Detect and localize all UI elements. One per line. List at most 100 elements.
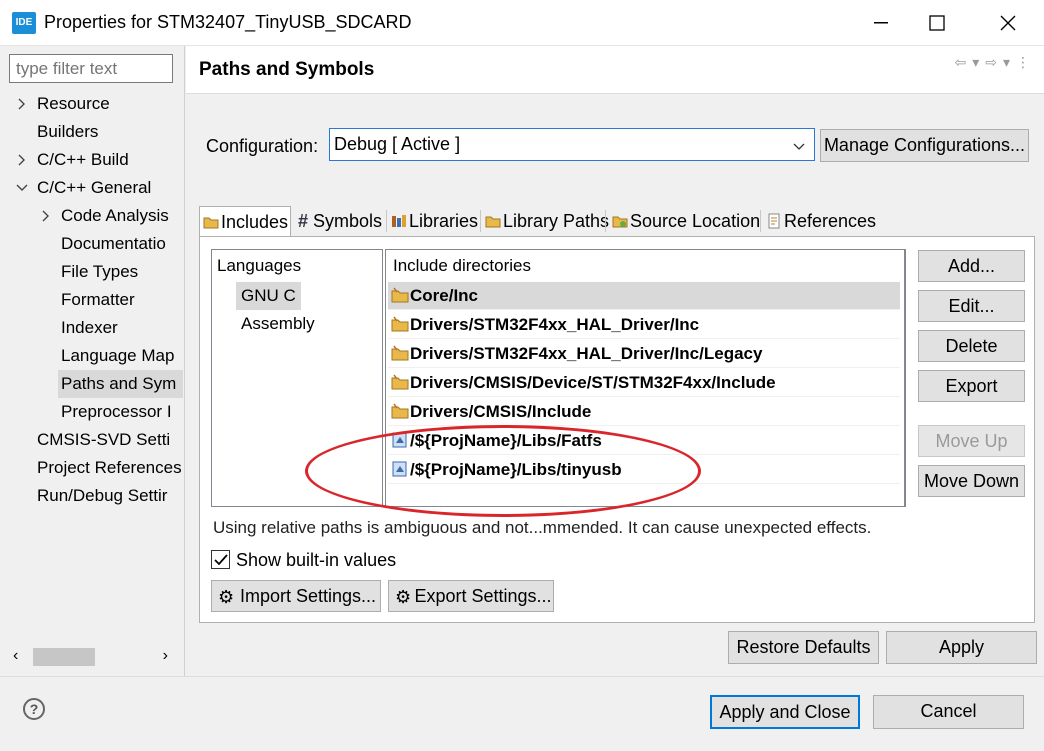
manage-configurations-button[interactable]: Manage Configurations...: [820, 129, 1029, 162]
include-directory-row[interactable]: Drivers/STM32F4xx_HAL_Driver/Inc/Legacy: [388, 340, 900, 368]
hash-icon: #: [298, 211, 309, 231]
tree-item[interactable]: Run/Debug Settir: [37, 482, 167, 510]
include-directory-path: Drivers/CMSIS/Include: [410, 402, 592, 421]
close-button[interactable]: [985, 0, 1031, 46]
languages-list: Languages GNU C Assembly: [211, 249, 383, 507]
filter-input[interactable]: [9, 54, 173, 83]
tree-item[interactable]: Preprocessor I: [61, 398, 172, 426]
tab-label: References: [784, 211, 877, 231]
maximize-button[interactable]: [914, 0, 960, 46]
scrollbar-thumb[interactable]: [33, 648, 95, 666]
ide-app-icon: IDE: [12, 12, 36, 34]
tree-item[interactable]: Language Map: [61, 342, 174, 370]
restore-defaults-button[interactable]: Restore Defaults: [728, 631, 879, 664]
chevron-down-icon[interactable]: [15, 174, 29, 202]
add-button[interactable]: Add...: [918, 250, 1025, 282]
tab-label: Library Paths: [503, 211, 610, 231]
tree-item[interactable]: Formatter: [61, 286, 135, 314]
import-settings-label: Import Settings...: [239, 586, 377, 606]
scroll-right-icon[interactable]: ›: [163, 647, 168, 665]
tree-item[interactable]: File Types: [61, 258, 138, 286]
folder-include-icon: [391, 314, 409, 332]
tree-item[interactable]: Indexer: [61, 314, 118, 342]
configuration-value: Debug [ Active ]: [334, 134, 461, 154]
include-directory-path: /${ProjName}/Libs/tinyusb: [410, 460, 622, 479]
include-directory-row[interactable]: Drivers/CMSIS/Device/ST/STM32F4xx/Includ…: [388, 369, 900, 397]
configuration-label: Configuration:: [206, 136, 319, 156]
tab-library-paths[interactable]: Library Paths: [482, 206, 609, 236]
tree-item[interactable]: Builders: [37, 118, 98, 146]
tab-symbols[interactable]: # Symbols: [295, 206, 382, 236]
view-menu-icon[interactable]: ⋮: [1016, 54, 1030, 71]
export-icon: ⚙: [395, 587, 412, 607]
back-menu-icon[interactable]: ▾: [972, 54, 979, 71]
chevron-right-icon[interactable]: [15, 146, 29, 174]
workspace-path-icon: [391, 459, 409, 477]
tree-item[interactable]: Paths and Sym: [58, 370, 183, 398]
checkmark-icon: [213, 553, 228, 565]
include-directory-row[interactable]: /${ProjName}/Libs/Fatfs: [388, 427, 900, 455]
property-tree: Resource Builders C/C++ Build C/C++ General…: [0, 90, 183, 640]
page-header: Paths and Symbols ⇦ ▾ ⇨ ▾ ⋮: [186, 46, 1044, 94]
minimize-button[interactable]: [858, 0, 904, 46]
tree-item[interactable]: Code Analysis: [61, 202, 169, 230]
include-directory-row[interactable]: Drivers/STM32F4xx_HAL_Driver/Inc: [388, 311, 900, 339]
reference-icon: [766, 208, 782, 229]
export-settings-label: Export Settings...: [414, 586, 552, 606]
folder-include-icon: [391, 343, 409, 361]
chevron-down-icon: [792, 135, 806, 156]
include-directory-path: /${ProjName}/Libs/Fatfs: [410, 431, 602, 450]
tree-item[interactable]: C/C++ Build: [37, 146, 129, 174]
tab-libraries[interactable]: Libraries: [388, 206, 478, 236]
help-icon[interactable]: ?: [23, 698, 45, 720]
tab-label: Source Location: [630, 211, 761, 231]
cancel-button[interactable]: Cancel: [873, 695, 1024, 729]
pane-divider[interactable]: [184, 46, 185, 676]
include-directory-row[interactable]: Core/Inc: [388, 282, 900, 310]
tab-label: Symbols: [313, 211, 383, 231]
include-directory-row[interactable]: Drivers/CMSIS/Include: [388, 398, 900, 426]
import-icon: ⚙: [218, 587, 235, 607]
tree-item[interactable]: Project References: [37, 454, 182, 482]
include-directory-path: Drivers/STM32F4xx_HAL_Driver/Inc: [410, 315, 700, 334]
chevron-right-icon[interactable]: [39, 202, 53, 230]
back-arrow-icon[interactable]: ⇦: [954, 54, 966, 71]
tree-horizontal-scrollbar[interactable]: ‹ ›: [9, 646, 174, 668]
include-directories-list: Include directories Core/Inc Drivers/STM3…: [385, 249, 905, 507]
tab-source-location[interactable]: Source Location: [609, 206, 760, 236]
footer-separator: [0, 676, 1044, 677]
include-directory-path: Drivers/CMSIS/Device/ST/STM32F4xx/Includ…: [410, 373, 776, 392]
tab-includes[interactable]: Includes: [199, 206, 291, 237]
apply-button[interactable]: Apply: [886, 631, 1037, 664]
language-item-assembly[interactable]: Assembly: [241, 310, 315, 338]
tab-label: Includes: [221, 212, 289, 232]
window-title: Properties for STM32407_TinyUSB_SDCARD: [44, 12, 412, 32]
show-builtin-checkbox[interactable]: [211, 550, 230, 569]
apply-and-close-button[interactable]: Apply and Close: [710, 695, 860, 729]
language-item-gnu-c[interactable]: GNU C: [236, 282, 301, 310]
tree-item[interactable]: Resource: [37, 90, 110, 118]
include-directory-row[interactable]: /${ProjName}/Libs/tinyusb: [388, 456, 900, 484]
show-builtin-label: Show built-in values: [236, 550, 397, 570]
import-settings-button[interactable]: ⚙ Import Settings...: [211, 580, 381, 612]
move-up-button[interactable]: Move Up: [918, 425, 1025, 457]
scroll-left-icon[interactable]: ‹: [13, 647, 18, 665]
configuration-select[interactable]: Debug [ Active ]: [329, 128, 815, 161]
export-settings-button[interactable]: ⚙ Export Settings...: [388, 580, 554, 612]
chevron-right-icon[interactable]: [15, 90, 29, 118]
export-button[interactable]: Export: [918, 370, 1025, 402]
forward-arrow-icon[interactable]: ⇨: [985, 54, 997, 71]
library-path-icon: [485, 208, 501, 228]
library-icon: [391, 208, 407, 227]
move-down-button[interactable]: Move Down: [918, 465, 1025, 497]
tree-item[interactable]: C/C++ General: [37, 174, 151, 202]
forward-menu-icon[interactable]: ▾: [1003, 54, 1010, 71]
edit-button[interactable]: Edit...: [918, 290, 1025, 322]
page-title: Paths and Symbols: [199, 59, 375, 80]
delete-button[interactable]: Delete: [918, 330, 1025, 362]
tree-item[interactable]: CMSIS-SVD Setti: [37, 426, 170, 454]
include-directory-path: Core/Inc: [410, 286, 479, 305]
title-bar: IDE Properties for STM32407_TinyUSB_SDCA…: [0, 0, 1044, 46]
tree-item[interactable]: Documentatio: [61, 230, 166, 258]
tab-references[interactable]: References: [763, 206, 876, 236]
